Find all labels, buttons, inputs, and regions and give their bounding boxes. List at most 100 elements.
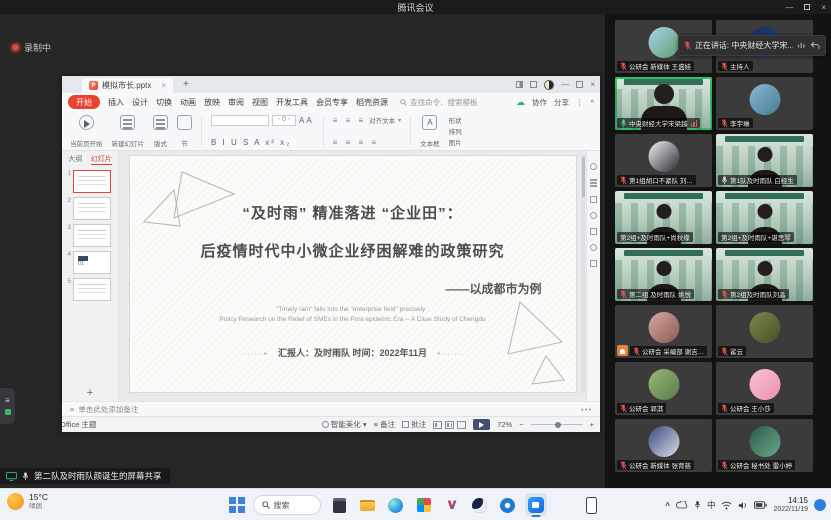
battery-icon[interactable] [754,501,767,509]
menu-tab[interactable]: 审阅 [228,97,244,108]
sorter-view-icon[interactable] [445,421,454,429]
side-tool-icon[interactable] [590,244,597,251]
edge-icon[interactable] [385,493,407,517]
list-buttons[interactable]: ≡ ≡ ≡ [333,116,366,125]
zoom-in-button[interactable]: + [590,420,594,429]
zoom-out-button[interactable]: − [519,420,523,429]
participant-tile[interactable]: 第1组胡口不紧队 刘… [615,134,712,187]
picture-button[interactable]: 图片 [449,137,462,147]
notes-toggle[interactable]: ≡ 备注 [374,419,395,430]
store-icon[interactable] [413,493,435,517]
taskbar-clock[interactable]: 14:15 2022/11/19 [773,496,808,514]
participant-tile[interactable]: 鲨云 [716,305,813,358]
account-avatar[interactable] [544,80,554,90]
font-name-box[interactable] [211,115,269,126]
menu-tab[interactable]: 开发工具 [276,97,308,108]
menu-tab[interactable]: 开始 [68,95,100,109]
format-buttons[interactable]: B I U S A x² x₂ [211,138,291,147]
notepad-icon[interactable] [329,493,351,517]
menu-tab[interactable]: 设计 [132,97,148,108]
ime-indicator[interactable]: 中 [707,499,716,511]
participant-tile[interactable]: 公研会 秘书处 雷小婷 [716,419,813,472]
participant-tile[interactable]: 第2组+及时雨队+谌思琴 [716,191,813,244]
menu-tab[interactable]: 插入 [108,97,124,108]
taskbar-search[interactable]: 搜索 [253,495,321,515]
slides-tab[interactable]: 幻灯片 [91,154,112,165]
wifi-icon[interactable] [721,501,732,510]
textbox-button[interactable]: A 文本框 [420,114,440,148]
side-tool-icon[interactable] [590,212,597,219]
participant-tile[interactable]: 第2组及时雨队刘晶 [716,248,813,301]
participant-tile[interactable]: 李宇琳 [716,77,813,130]
participant-tile[interactable]: 公研会 王小莎 [716,362,813,415]
wps-minimize-icon[interactable]: — [561,80,569,89]
slide-canvas[interactable]: “及时雨” 精准落进 “企业田”： 后疫情时代中小微企业纾困解难的政策研究 ——… [119,151,586,401]
participant-tile[interactable]: 公研会 郭淇 [615,362,712,415]
more-menu-icon[interactable]: ⋮ [576,98,584,107]
tab-close-icon[interactable]: × [161,81,166,90]
wps-maximize-icon[interactable] [576,81,583,88]
layout-button[interactable]: 版式 [153,114,168,148]
smart-beautify-button[interactable]: 智能美化 ▾ [322,419,367,430]
v-app-icon[interactable] [441,493,463,517]
participant-tile[interactable]: 第1队及时雨队 白经生 [716,134,813,187]
share-button[interactable]: 分享 [554,97,569,108]
side-tool-icon[interactable] [590,196,597,203]
maximize-icon[interactable] [804,4,810,10]
participant-tile[interactable]: 第二组 及时雨队 姚悦 [615,248,712,301]
slideshow-button[interactable] [473,419,490,430]
zoom-level[interactable]: 72% [497,420,512,429]
add-slide-button[interactable]: + [62,387,118,399]
reading-view-icon[interactable] [457,421,466,429]
wps-close-icon[interactable]: × [590,80,595,89]
participant-tile[interactable]: 第2组+及时雨队+尚秋缘 [615,191,712,244]
align-text-button[interactable]: 对齐文本 [369,115,395,125]
new-tab-button[interactable]: + [183,79,189,90]
side-tool-icon[interactable] [590,228,597,235]
notes-bar[interactable]: ≡ 单击此处添加备注 ••• [62,401,600,416]
menu-tab[interactable]: 稻壳资源 [356,97,388,108]
minimize-icon[interactable]: — [785,3,793,12]
tencent-meeting-icon[interactable] [525,493,547,517]
notification-badge[interactable] [814,499,826,511]
slide-thumbnail[interactable]: 1 [62,168,118,195]
media-app-icon[interactable] [469,493,491,517]
reply-arrow-icon[interactable] [810,41,820,50]
participant-tile[interactable]: 公研会 新媒体 张育慈 [615,419,712,472]
menu-tab[interactable]: 切换 [156,97,172,108]
zoom-slider[interactable] [531,424,583,425]
file-explorer-icon[interactable] [357,493,379,517]
slide-thumbnail[interactable]: 401 [62,249,118,276]
notes-more-icon[interactable]: ••• [581,405,592,414]
participant-tile[interactable]: 中央财经大学宋梁越 [615,77,712,130]
section-button[interactable]: 节 [177,114,192,148]
menu-tab[interactable]: 视图 [252,97,268,108]
start-button[interactable] [229,497,245,513]
canvas-scrollbar[interactable] [581,155,585,393]
weather-widget[interactable]: 15°C 晴朗 [7,493,48,510]
side-tool-icon[interactable] [590,163,597,170]
collapse-ribbon-icon[interactable]: ^ [590,98,594,107]
normal-view-icon[interactable] [433,421,442,429]
arrange-button[interactable]: 排列 [449,126,462,136]
layout-grid-icon[interactable] [530,81,537,88]
comments-toggle[interactable]: 批注 [402,419,426,430]
cloud-sync-icon[interactable]: ☁ [516,97,525,108]
command-search[interactable]: 查找命令、搜索模板 [400,97,478,108]
close-icon[interactable]: × [821,3,826,12]
side-tool-icon[interactable] [590,260,597,267]
slide[interactable]: “及时雨” 精准落进 “企业田”： 后疫情时代中小微企业纾困解难的政策研究 ——… [129,155,577,393]
cloud-icon[interactable] [676,501,688,509]
side-tool-icon[interactable] [590,182,597,184]
slide-thumbnail[interactable]: 2 [62,195,118,222]
tray-expand-icon[interactable]: ^ [665,501,670,510]
participant-tile[interactable]: 公研会 采编部 谢吉… [615,305,712,358]
blue-app-icon[interactable] [497,493,519,517]
split-view-icon[interactable] [516,81,523,88]
font-grow-shrink[interactable]: AA [299,116,314,125]
play-from-current-button[interactable]: 当前页开始 [70,114,103,148]
slide-thumbnail[interactable]: 3 [62,222,118,249]
font-size-box[interactable]: - 0 - [272,115,296,126]
menu-tab[interactable]: 动画 [180,97,196,108]
new-slide-button[interactable]: 新建幻灯片 [112,114,145,148]
